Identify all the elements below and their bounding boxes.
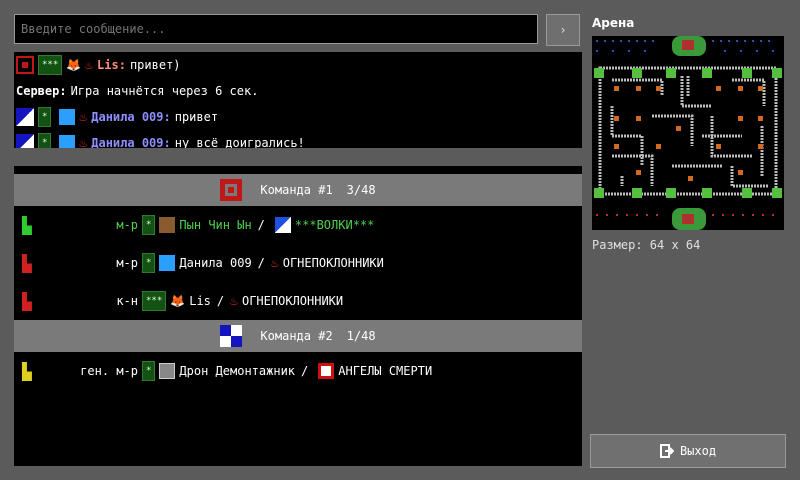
separator: / — [257, 218, 265, 232]
team-blue-badge-icon — [16, 134, 34, 148]
arena-minimap — [592, 36, 784, 230]
player-avatar-icon — [159, 217, 176, 233]
chat-text: привет) — [129, 58, 181, 72]
team-header: Команда #1 3/48 — [14, 174, 582, 206]
rank-badge: * — [142, 253, 156, 273]
chat-message-input[interactable] — [14, 14, 538, 44]
flame-icon: ♨ — [270, 255, 279, 271]
rank-badge: * — [142, 215, 156, 235]
rank-badge: * — [142, 361, 156, 381]
player-clan: ***ВОЛКИ*** — [294, 218, 375, 232]
send-message-button[interactable]: › — [546, 14, 580, 46]
player-clan: ОГНЕПОКЛОННИКИ — [241, 294, 344, 308]
separator: / — [301, 364, 309, 378]
chat-message: Сервер: Игра начнётся через 6 сек. — [14, 78, 582, 104]
team-blue-flag-icon — [220, 325, 243, 347]
flame-icon: ♨ — [79, 135, 88, 149]
chat-text: привет — [174, 110, 219, 124]
exit-button[interactable]: Выход — [590, 434, 786, 468]
player-clan: АНГЕЛЫ СМЕРТИ — [338, 364, 433, 378]
clan-emblem-icon — [274, 217, 291, 233]
team-red-badge-icon — [16, 56, 34, 74]
blue-square-avatar-icon — [59, 135, 76, 148]
rank-badge: *** — [142, 291, 167, 311]
team-title: Команда #1 — [260, 183, 333, 197]
arena-title: Арена — [592, 16, 635, 30]
player-rank: к-н — [116, 294, 138, 308]
player-name: Данила 009 — [179, 256, 252, 270]
player-rank: м-р — [116, 256, 138, 270]
player-name: Пын Чин Ын — [179, 218, 252, 232]
fox-avatar-icon: 🦊 — [170, 294, 186, 308]
player-clan: ОГНЕПОКЛОННИКИ — [282, 256, 384, 270]
flame-icon: ♨ — [85, 57, 94, 73]
chat-log: *** 🦊 ♨ Lis: привет) Сервер: Игра начнёт… — [14, 52, 582, 148]
server-label: Сервер: — [16, 84, 67, 98]
player-name: Lis — [189, 294, 211, 308]
player-row[interactable]: ▙ к-н *** 🦊 Lis / ♨ ОГНЕПОКЛОННИКИ — [14, 282, 582, 320]
team-count: 3/48 — [346, 183, 376, 197]
tank-icon: ▙ — [22, 361, 32, 381]
tank-icon: ▙ — [22, 291, 32, 311]
exit-door-icon — [659, 444, 674, 458]
player-row[interactable]: ▙ м-р * Пын Чин Ын / ***ВОЛКИ*** — [14, 206, 582, 244]
exit-label: Выход — [679, 444, 717, 458]
flame-icon: ♨ — [230, 293, 238, 309]
arena-size: Размер: 64 x 64 — [592, 238, 701, 252]
drone-avatar-icon — [159, 363, 176, 379]
arena-map-graphic — [592, 36, 784, 230]
chat-message: *** 🦊 ♨ Lis: привет) — [14, 52, 582, 78]
clan-emblem-icon — [318, 363, 335, 379]
separator: / — [257, 256, 265, 270]
scoreboard: Команда #1 3/48 ▙ м-р * Пын Чин Ын / ***… — [14, 166, 582, 466]
team-title: Команда #2 — [260, 329, 333, 343]
player-avatar-icon — [159, 255, 176, 271]
chat-text: ну всё доигрались! — [174, 136, 305, 148]
separator: / — [216, 294, 225, 308]
chat-text: Игра начнётся через 6 сек. — [70, 84, 259, 98]
chat-message: * ♨ Данила 009: привет — [14, 104, 582, 130]
player-rank: ген. м-р — [80, 364, 138, 378]
fox-avatar-icon: 🦊 — [66, 58, 82, 72]
team-count: 1/48 — [346, 329, 376, 343]
flame-icon: ♨ — [79, 109, 88, 125]
player-row[interactable]: ▙ ген. м-р * Дрон Демонтажник / АНГЕЛЫ С… — [14, 352, 582, 390]
chat-nick[interactable]: Данила 009: — [91, 136, 170, 148]
player-rank: м-р — [116, 218, 138, 232]
blue-square-avatar-icon — [59, 109, 76, 125]
player-row[interactable]: ▙ м-р * Данила 009 / ♨ ОГНЕПОКЛОННИКИ — [14, 244, 582, 282]
rank-badge: * — [38, 133, 52, 148]
tank-icon: ▙ — [22, 215, 32, 235]
rank-badge: * — [38, 107, 52, 127]
chat-nick[interactable]: Lis: — [97, 58, 126, 72]
chat-message: * ♨ Данила 009: ну всё доигрались! — [14, 130, 582, 148]
team-blue-badge-icon — [16, 108, 34, 126]
tank-icon: ▙ — [22, 253, 32, 273]
team-red-flag-icon — [220, 179, 243, 201]
chat-nick[interactable]: Данила 009: — [91, 110, 170, 124]
rank-badge: *** — [38, 55, 63, 75]
player-name: Дрон Демонтажник — [179, 364, 296, 378]
team-header: Команда #2 1/48 — [14, 320, 582, 352]
